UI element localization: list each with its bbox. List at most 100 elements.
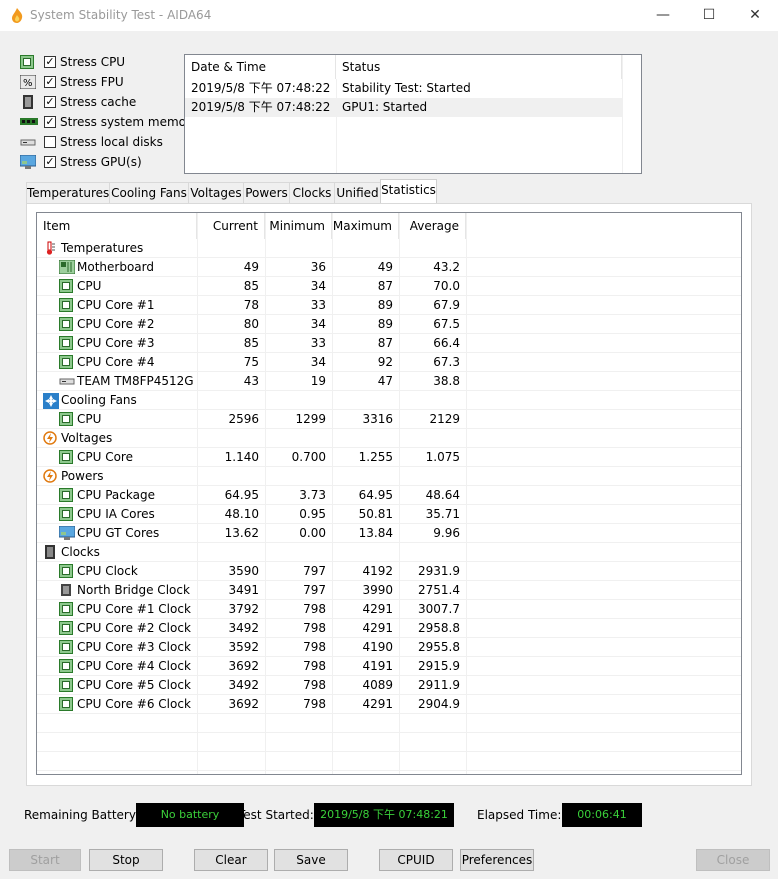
title-bar: System Stability Test - AIDA64 — ☐ ✕: [0, 0, 778, 31]
table-row[interactable]: CPU Core #1 Clock 3792 798 4291 3007.7: [37, 600, 741, 619]
col-header-minimum[interactable]: Minimum: [265, 213, 332, 239]
table-row[interactable]: CPU Core #4 Clock 3692 798 4191 2915.9: [37, 657, 741, 676]
table-row[interactable]: TEAM TM8FP4512G 43 19 47 38.8: [37, 372, 741, 391]
stress-checkbox[interactable]: ✓: [44, 156, 56, 168]
power-icon: [43, 469, 57, 483]
table-row[interactable]: CPU Core #3 Clock 3592 798 4190 2955.8: [37, 638, 741, 657]
table-row[interactable]: CPU Core #6 Clock 3692 798 4291 2904.9: [37, 695, 741, 714]
value-cur: 48.10: [224, 507, 259, 521]
log-header-status[interactable]: Status: [336, 55, 622, 79]
stress-option-5[interactable]: Stress local disks: [20, 134, 190, 152]
value-avg: 2904.9: [418, 697, 460, 711]
table-row[interactable]: CPU Clock 3590 797 4192 2931.9: [37, 562, 741, 581]
item-label: CPU Core: [77, 450, 133, 464]
group-row[interactable]: Clocks: [37, 543, 741, 562]
tab-statistics[interactable]: Statistics: [380, 179, 437, 204]
cpu-chip-icon: [59, 621, 73, 635]
value-avg: 2958.8: [418, 621, 460, 635]
preferences-button[interactable]: Preferences: [460, 849, 534, 871]
stress-option-2[interactable]: % ✓ Stress FPU: [19, 74, 190, 92]
minimize-button[interactable]: —: [640, 0, 686, 31]
stress-option-4[interactable]: ✓ Stress system memory: [20, 114, 198, 132]
log-datetime: 2019/5/8 下午 07:48:22: [191, 100, 331, 114]
table-row[interactable]: CPU GT Cores 13.62 0.00 13.84 9.96: [37, 524, 741, 543]
table-row[interactable]: CPU Package 64.95 3.73 64.95 48.64: [37, 486, 741, 505]
maximize-button[interactable]: ☐: [686, 0, 732, 31]
tab-clocks[interactable]: Clocks: [289, 182, 335, 203]
value-min: 798: [303, 678, 326, 692]
cpu-chip-icon: [59, 697, 73, 711]
stress-option-3[interactable]: ✓ Stress cache: [20, 94, 190, 112]
value-avg: 67.9: [433, 298, 460, 312]
col-header-item[interactable]: Item: [37, 213, 197, 239]
value-max: 4291: [362, 697, 393, 711]
value-min: 797: [303, 583, 326, 597]
cpuid-button[interactable]: CPUID: [379, 849, 453, 871]
tab-powers[interactable]: Powers: [243, 182, 290, 203]
tab-unified[interactable]: Unified: [334, 182, 381, 203]
save-button[interactable]: Save: [274, 849, 348, 871]
stress-checkbox[interactable]: ✓: [44, 56, 56, 68]
stress-checkbox[interactable]: ✓: [44, 116, 56, 128]
start-button[interactable]: Start: [9, 849, 81, 871]
col-header-current[interactable]: Current: [197, 213, 265, 239]
value-min: 798: [303, 659, 326, 673]
table-row[interactable]: Motherboard 49 36 49 43.2: [37, 258, 741, 277]
stop-button[interactable]: Stop: [89, 849, 163, 871]
col-header-maximum[interactable]: Maximum: [332, 213, 399, 239]
item-label: CPU Core #1 Clock: [77, 602, 191, 616]
table-row[interactable]: CPU 85 34 87 70.0: [37, 277, 741, 296]
stress-option-6[interactable]: ✓ Stress GPU(s): [19, 154, 190, 172]
stress-label: Stress FPU: [60, 75, 124, 89]
table-row[interactable]: CPU 2596 1299 3316 2129: [37, 410, 741, 429]
table-row[interactable]: CPU Core #5 Clock 3492 798 4089 2911.9: [37, 676, 741, 695]
table-row[interactable]: CPU IA Cores 48.10 0.95 50.81 35.71: [37, 505, 741, 524]
statistics-table[interactable]: Item Current Minimum Maximum Average Tem…: [36, 212, 742, 775]
group-row[interactable]: Cooling Fans: [37, 391, 741, 410]
col-header-average[interactable]: Average: [399, 213, 466, 239]
status-log[interactable]: Date & Time Status 2019/5/8 下午 07:48:22 S…: [184, 54, 642, 174]
log-status: GPU1: Started: [342, 100, 428, 114]
table-row[interactable]: North Bridge Clock 3491 797 3990 2751.4: [37, 581, 741, 600]
item-label: Motherboard: [77, 260, 154, 274]
table-row[interactable]: CPU Core #4 75 34 92 67.3: [37, 353, 741, 372]
table-row[interactable]: CPU Core #1 78 33 89 67.9: [37, 296, 741, 315]
northbridge-icon: [59, 583, 73, 597]
table-row[interactable]: CPU Core 1.140 0.700 1.255 1.075: [37, 448, 741, 467]
value-max: 87: [377, 279, 393, 293]
stress-option-1[interactable]: ✓ Stress CPU: [20, 54, 190, 72]
table-row[interactable]: CPU Core #3 85 33 87 66.4: [37, 334, 741, 353]
value-min: 34: [310, 317, 326, 331]
stress-checkbox[interactable]: [44, 136, 56, 148]
value-cur: 80: [243, 317, 259, 331]
close-button[interactable]: Close: [696, 849, 770, 871]
stress-checkbox[interactable]: ✓: [44, 76, 56, 88]
aida64-flame-icon: [12, 8, 23, 23]
cpu-chip-icon: [59, 317, 73, 331]
log-datetime: 2019/5/8 下午 07:48:22: [191, 81, 331, 95]
value-cur: 3692: [228, 697, 259, 711]
close-window-button[interactable]: ✕: [732, 0, 778, 31]
clear-button[interactable]: Clear: [194, 849, 268, 871]
value-min: 3.73: [299, 488, 326, 502]
group-row[interactable]: Powers: [37, 467, 741, 486]
value-min: 34: [310, 279, 326, 293]
stress-checkbox[interactable]: ✓: [44, 96, 56, 108]
item-label: CPU Package: [77, 488, 155, 502]
test-started-display: 2019/5/8 下午 07:48:21: [314, 803, 454, 827]
value-cur: 3592: [228, 640, 259, 654]
tab-cooling-fans[interactable]: Cooling Fans: [109, 182, 189, 203]
cpu-chip-icon: [59, 678, 73, 692]
value-min: 1299: [295, 412, 326, 426]
fan-icon: [43, 393, 59, 409]
table-row[interactable]: CPU Core #2 Clock 3492 798 4291 2958.8: [37, 619, 741, 638]
tab-voltages[interactable]: Voltages: [188, 182, 244, 203]
cpu-chip-icon: [59, 659, 73, 673]
table-row[interactable]: CPU Core #2 80 34 89 67.5: [37, 315, 741, 334]
value-cur: 1.140: [224, 450, 259, 464]
log-header-datetime[interactable]: Date & Time: [185, 55, 336, 79]
value-cur: 3492: [228, 678, 259, 692]
group-row[interactable]: Temperatures: [37, 239, 741, 258]
group-row[interactable]: Voltages: [37, 429, 741, 448]
tab-temperatures[interactable]: Temperatures: [26, 182, 110, 203]
